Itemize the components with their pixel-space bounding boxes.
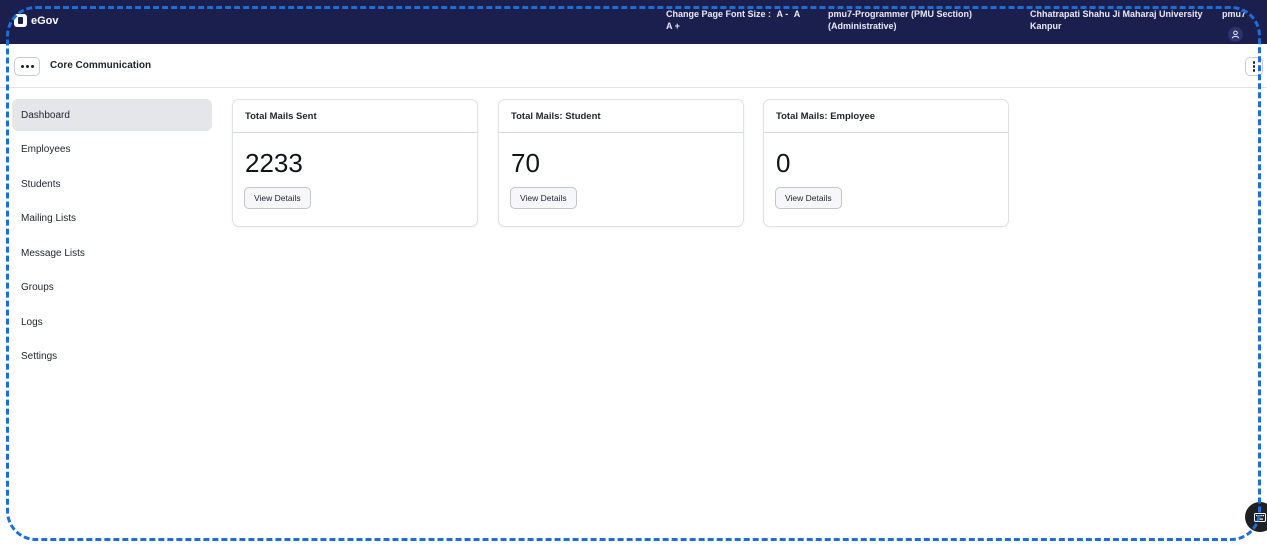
font-size-controls: Change Page Font Size : A - A A + [666, 8, 816, 32]
sidebar-item-groups[interactable]: Groups [12, 272, 212, 304]
view-details-button[interactable]: View Details [775, 187, 842, 209]
role-line-1: pmu7-Programmer (PMU Section) [828, 9, 973, 19]
card-title: Total Mails: Student [499, 100, 743, 133]
keyboard-icon [1254, 512, 1266, 522]
sidebar-item-dashboard[interactable]: Dashboard [12, 99, 212, 131]
card-title: Total Mails Sent [233, 100, 477, 133]
sidebar-item-settings[interactable]: Settings [12, 341, 212, 373]
font-size-label: Change Page Font Size : [666, 9, 772, 19]
brand-name: eGov [31, 14, 59, 27]
view-details-button[interactable]: View Details [244, 187, 311, 209]
university-line-2: Kanpur [1030, 21, 1062, 31]
brand-logo[interactable]: eGov [14, 14, 59, 27]
card-value: 0 [776, 148, 791, 178]
more-vertical-icon-dot [1252, 65, 1256, 68]
card-total-mails-student: Total Mails: Student 70 View Details [498, 99, 744, 227]
keyboard-shortcuts-button[interactable] [1245, 502, 1267, 532]
sidebar-item-mailing-lists[interactable]: Mailing Lists [12, 203, 212, 235]
user-icon [1231, 30, 1240, 39]
font-increase-button[interactable]: A + [666, 21, 680, 31]
user-avatar[interactable] [1228, 27, 1243, 42]
sidebar-item-logs[interactable]: Logs [12, 306, 212, 338]
university-line-1: Chhatrapati Shahu Ji Maharaj University [1030, 9, 1203, 19]
university-name[interactable]: Chhatrapati Shahu Ji Maharaj University … [1030, 8, 1210, 32]
card-title: Total Mails: Employee [764, 100, 1008, 133]
module-title: Core Communication [50, 60, 152, 71]
font-normal-button[interactable]: A [794, 9, 801, 19]
view-details-button[interactable]: View Details [510, 187, 577, 209]
sidebar-nav: Dashboard Employees Students Mailing Lis… [12, 99, 212, 375]
card-total-mails-employee: Total Mails: Employee 0 View Details [763, 99, 1009, 227]
app-menu-button[interactable] [14, 57, 40, 76]
more-horizontal-icon-dot [25, 65, 29, 68]
more-horizontal-icon [20, 65, 24, 68]
egov-logo-icon [14, 14, 27, 27]
options-menu-button[interactable] [1245, 57, 1263, 76]
username[interactable]: pmu7 [1222, 8, 1262, 20]
sidebar-item-message-lists[interactable]: Message Lists [12, 237, 212, 269]
card-total-mails-sent: Total Mails Sent 2233 View Details [232, 99, 478, 227]
top-navbar: eGov Change Page Font Size : A - A A + p… [0, 0, 1267, 44]
card-value: 2233 [245, 148, 303, 178]
font-decrease-button[interactable]: A - [777, 9, 789, 19]
module-header: Core Communication [0, 44, 1267, 88]
role-line-2: (Administrative) [828, 21, 897, 31]
more-vertical-icon [1252, 61, 1256, 64]
sidebar-item-students[interactable]: Students [12, 168, 212, 200]
more-horizontal-icon-dot [30, 65, 34, 68]
sidebar-item-employees[interactable]: Employees [12, 134, 212, 166]
card-value: 70 [511, 148, 540, 178]
more-vertical-icon-dot [1252, 69, 1256, 72]
user-role[interactable]: pmu7-Programmer (PMU Section) (Administr… [828, 8, 1008, 32]
